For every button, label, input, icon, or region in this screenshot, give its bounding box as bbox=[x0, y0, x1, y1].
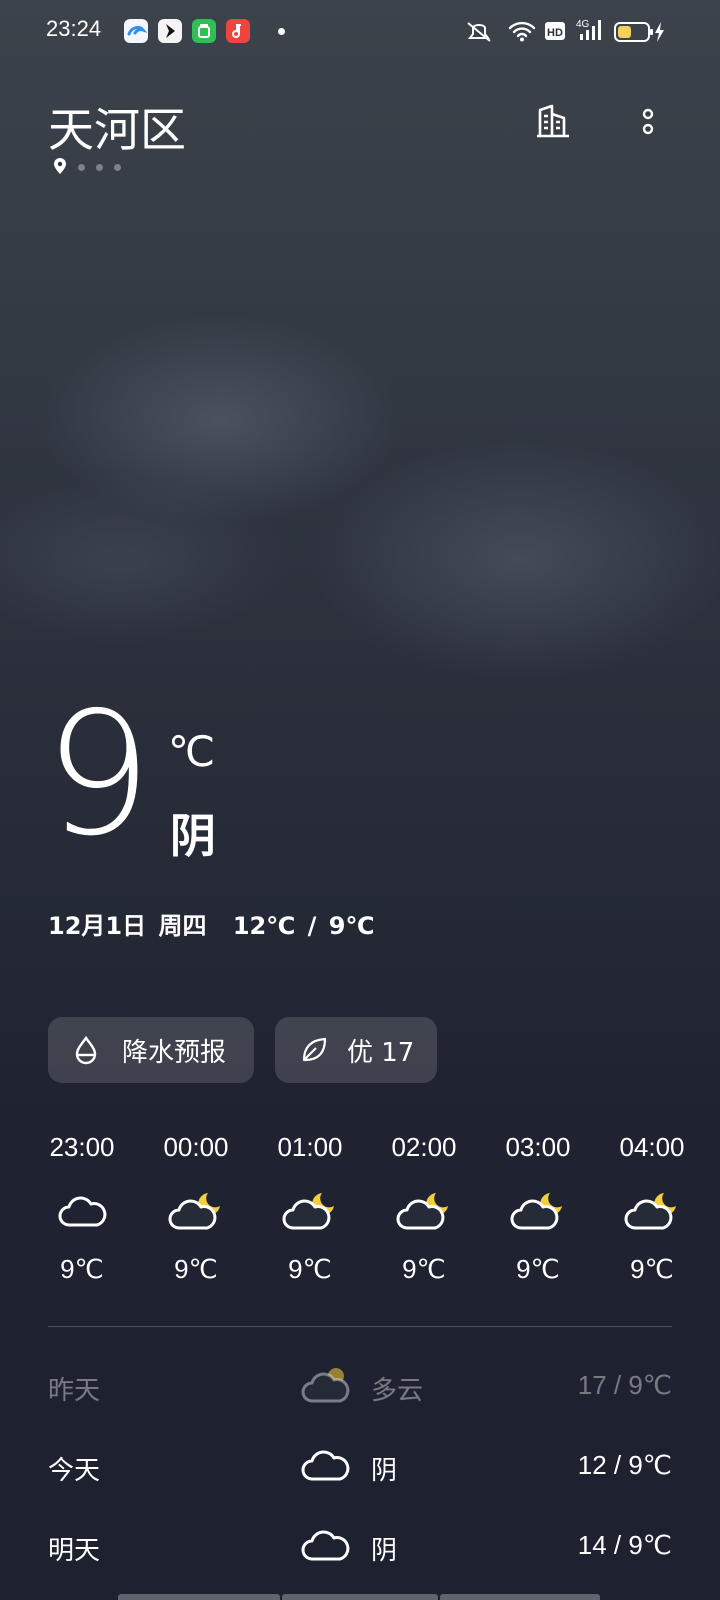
status-time: 23:24 bbox=[46, 16, 102, 41]
more-options-button[interactable] bbox=[626, 100, 670, 144]
cloud-moon-icon bbox=[141, 1180, 251, 1244]
cellular-signal-icon: 4G bbox=[576, 16, 606, 44]
hour-temp: 9℃ bbox=[60, 1254, 104, 1284]
precipitation-label: 降水预报 bbox=[122, 1037, 227, 1068]
hour-item: 02:00 9℃ bbox=[369, 1132, 479, 1285]
hour-item: 03:00 9℃ bbox=[483, 1132, 593, 1285]
svg-text:HD: HD bbox=[547, 27, 563, 39]
hour-temp: 9℃ bbox=[288, 1254, 332, 1284]
location-pin-icon bbox=[54, 158, 66, 174]
day-name: 明天 bbox=[48, 1536, 101, 1566]
hour-item: 23:00 9℃ bbox=[27, 1132, 137, 1285]
buildings-icon bbox=[537, 104, 569, 138]
leaf-icon bbox=[302, 1037, 327, 1062]
hour-item: 00:00 9℃ bbox=[141, 1132, 251, 1285]
daily-row[interactable]: 明天 阴 14 / 9℃ bbox=[48, 1518, 672, 1578]
cloud-moon-icon bbox=[255, 1180, 365, 1244]
wifi-icon bbox=[508, 20, 536, 42]
cloud-icon bbox=[300, 1446, 350, 1486]
hour-item: 01:00 9℃ bbox=[255, 1132, 365, 1285]
hour-time: 23:00 bbox=[49, 1132, 115, 1162]
city-manage-button[interactable] bbox=[531, 100, 575, 144]
bird-app-icon bbox=[158, 19, 182, 43]
bottom-tab[interactable] bbox=[282, 1594, 438, 1600]
current-condition: 阴 bbox=[170, 809, 216, 863]
daily-row[interactable]: 昨天 多云 17 / 9℃ bbox=[48, 1358, 672, 1418]
partly-cloudy-icon bbox=[300, 1366, 350, 1406]
page-dot bbox=[78, 164, 85, 171]
day-temp-range: 17 / 9℃ bbox=[577, 1370, 672, 1400]
more-notifications-dot bbox=[278, 28, 285, 35]
city-name[interactable]: 天河区 bbox=[48, 94, 186, 160]
temperature-unit: ℃ bbox=[168, 727, 216, 776]
air-quality-label: 优 17 bbox=[347, 1037, 415, 1068]
svg-text:4G: 4G bbox=[576, 19, 590, 30]
page-dot bbox=[96, 164, 103, 171]
status-bar: 23:24 HD 4G bbox=[0, 0, 720, 64]
hour-time: 00:00 bbox=[163, 1132, 229, 1162]
hd-icon: HD bbox=[544, 21, 566, 41]
page-dot bbox=[114, 164, 121, 171]
today-range: 12℃ / 9℃ bbox=[232, 912, 375, 940]
music-app-icon bbox=[226, 19, 250, 43]
day-condition: 多云 bbox=[371, 1376, 424, 1406]
current-temperature: 9 bbox=[44, 676, 152, 874]
hour-time: 02:00 bbox=[391, 1132, 457, 1162]
hour-time: 04:00 bbox=[619, 1132, 685, 1162]
day-condition: 阴 bbox=[371, 1536, 398, 1566]
hour-temp: 9℃ bbox=[402, 1254, 446, 1284]
cloud-icon bbox=[27, 1180, 137, 1244]
cloud-moon-icon bbox=[483, 1180, 593, 1244]
bottom-tab[interactable] bbox=[118, 1594, 280, 1600]
hour-temp: 9℃ bbox=[516, 1254, 560, 1284]
browser-app-icon bbox=[124, 19, 148, 43]
hour-time: 03:00 bbox=[505, 1132, 571, 1162]
day-temp-range: 12 / 9℃ bbox=[577, 1450, 672, 1480]
cloud-moon-icon bbox=[597, 1180, 707, 1244]
water-drop-icon bbox=[75, 1035, 97, 1065]
cloud-moon-icon bbox=[369, 1180, 479, 1244]
day-condition: 阴 bbox=[371, 1456, 398, 1486]
day-temp-range: 14 / 9℃ bbox=[577, 1530, 672, 1560]
bottom-tab[interactable] bbox=[440, 1594, 600, 1600]
mute-icon bbox=[464, 20, 494, 44]
divider bbox=[48, 1326, 672, 1327]
date-line: 12月1日 周四 12℃ / 9℃ bbox=[48, 906, 375, 941]
air-quality-button[interactable]: 优 17 bbox=[275, 1017, 437, 1083]
hour-item: 04:00 9℃ bbox=[597, 1132, 707, 1285]
more-vertical-icon bbox=[642, 108, 654, 135]
cloud-icon bbox=[300, 1526, 350, 1566]
precipitation-forecast-button[interactable]: 降水预报 bbox=[48, 1017, 254, 1083]
daily-row[interactable]: 今天 阴 12 / 9℃ bbox=[48, 1438, 672, 1498]
day-name: 今天 bbox=[48, 1456, 101, 1486]
hour-time: 01:00 bbox=[277, 1132, 343, 1162]
shop-app-icon bbox=[192, 19, 216, 43]
current-date: 12月1日 bbox=[48, 912, 147, 940]
hour-temp: 9℃ bbox=[174, 1254, 218, 1284]
battery-icon bbox=[614, 21, 664, 43]
hour-temp: 9℃ bbox=[630, 1254, 674, 1284]
current-weekday: 周四 bbox=[158, 912, 207, 940]
day-name: 昨天 bbox=[48, 1376, 101, 1406]
